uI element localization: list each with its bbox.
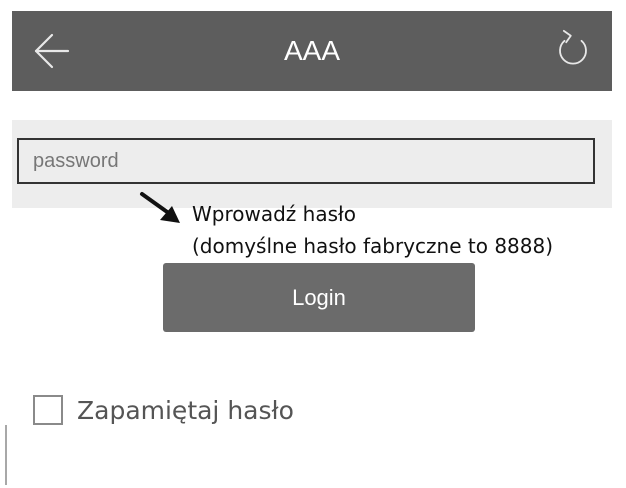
remember-label: Zapamiętaj hasło xyxy=(77,395,294,425)
hint-line-2: (domyślne hasło fabryczne to 8888) xyxy=(192,234,554,258)
pointer-arrow-icon xyxy=(140,192,180,223)
arrow-left-icon[interactable] xyxy=(30,31,72,71)
refresh-icon[interactable] xyxy=(551,29,595,73)
password-hint: Wprowadź hasło (domyślne hasło fabryczne… xyxy=(192,198,553,262)
remember-checkbox[interactable] xyxy=(33,395,63,425)
page-title: AAA xyxy=(283,35,341,66)
app-screen: AAA Wprowadź hasło (domyślne hasło fabry… xyxy=(0,0,626,488)
remember-password-option[interactable]: Zapamiętaj hasło xyxy=(33,390,294,430)
hint-line-1: Wprowadź hasło xyxy=(192,202,356,226)
header-bar: AAA xyxy=(12,11,612,91)
login-button[interactable]: Login xyxy=(163,263,475,332)
password-input[interactable] xyxy=(17,138,595,184)
divider xyxy=(5,425,7,485)
